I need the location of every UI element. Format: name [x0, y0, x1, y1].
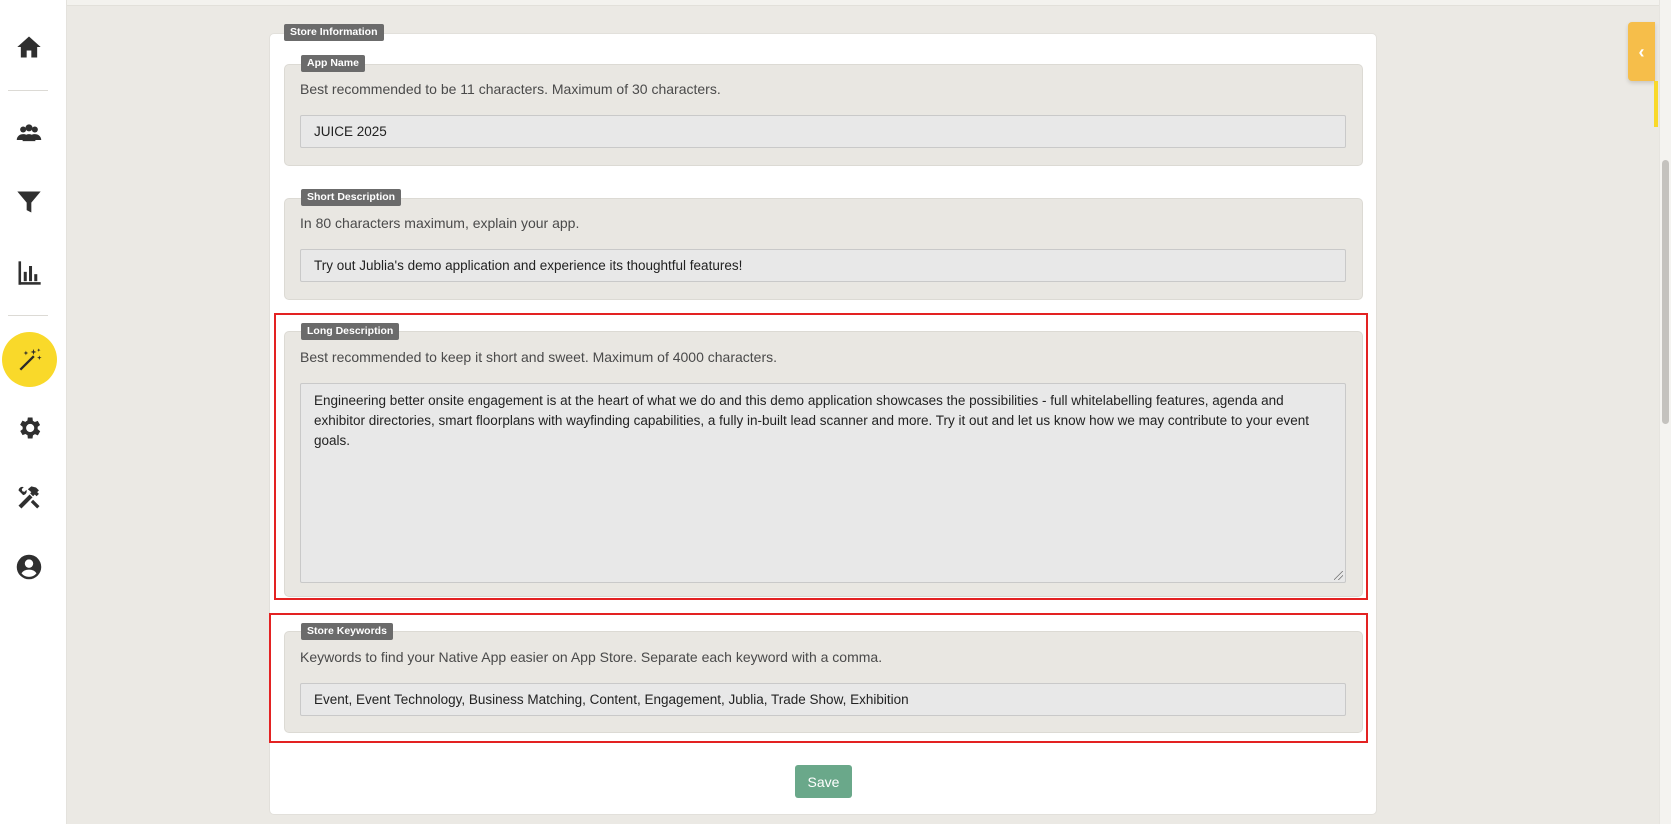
top-border — [0, 0, 1671, 6]
users-icon — [16, 123, 41, 141]
user-circle-icon — [16, 554, 41, 579]
magic-wand-icon — [19, 347, 42, 370]
app-name-legend: App Name — [301, 55, 365, 72]
sidebar-item-app-builder[interactable] — [2, 332, 57, 387]
sidebar-divider — [8, 90, 48, 91]
panel-edge-strip — [1654, 81, 1658, 127]
sidebar-item-home[interactable] — [8, 26, 49, 67]
scrollbar-thumb[interactable] — [1662, 160, 1669, 424]
short-description-legend: Short Description — [301, 189, 402, 206]
bar-chart-icon — [18, 260, 41, 285]
home-icon — [16, 36, 41, 57]
short-description-input[interactable]: Try out Jublia's demo application and ex… — [300, 249, 1346, 282]
page-scrollbar[interactable] — [1659, 0, 1671, 824]
chevron-left-icon: ‹ — [1638, 41, 1645, 62]
sidebar-item-users[interactable] — [8, 112, 49, 153]
filter-icon — [16, 191, 41, 212]
gear-icon — [19, 417, 40, 438]
save-button[interactable]: Save — [795, 765, 852, 798]
sidebar-item-settings[interactable] — [8, 407, 49, 448]
tools-icon — [18, 485, 39, 508]
short-description-hint: In 80 characters maximum, explain your a… — [300, 215, 580, 231]
app-name-input[interactable]: JUICE 2025 — [300, 115, 1346, 148]
sidebar-item-profile[interactable] — [8, 546, 49, 587]
store-information-legend: Store Information — [284, 24, 384, 41]
sidebar-divider — [8, 315, 48, 316]
sidebar-item-tools[interactable] — [8, 477, 49, 518]
store-keywords-highlight-box — [269, 613, 1368, 743]
app-name-hint: Best recommended to be 11 characters. Ma… — [300, 81, 721, 97]
sidebar-item-analytics[interactable] — [8, 252, 49, 293]
long-description-highlight-box — [274, 313, 1368, 600]
sidebar — [0, 0, 67, 824]
sidebar-item-filter[interactable] — [8, 181, 49, 222]
panel-toggle-tab[interactable]: ‹ — [1628, 22, 1655, 81]
